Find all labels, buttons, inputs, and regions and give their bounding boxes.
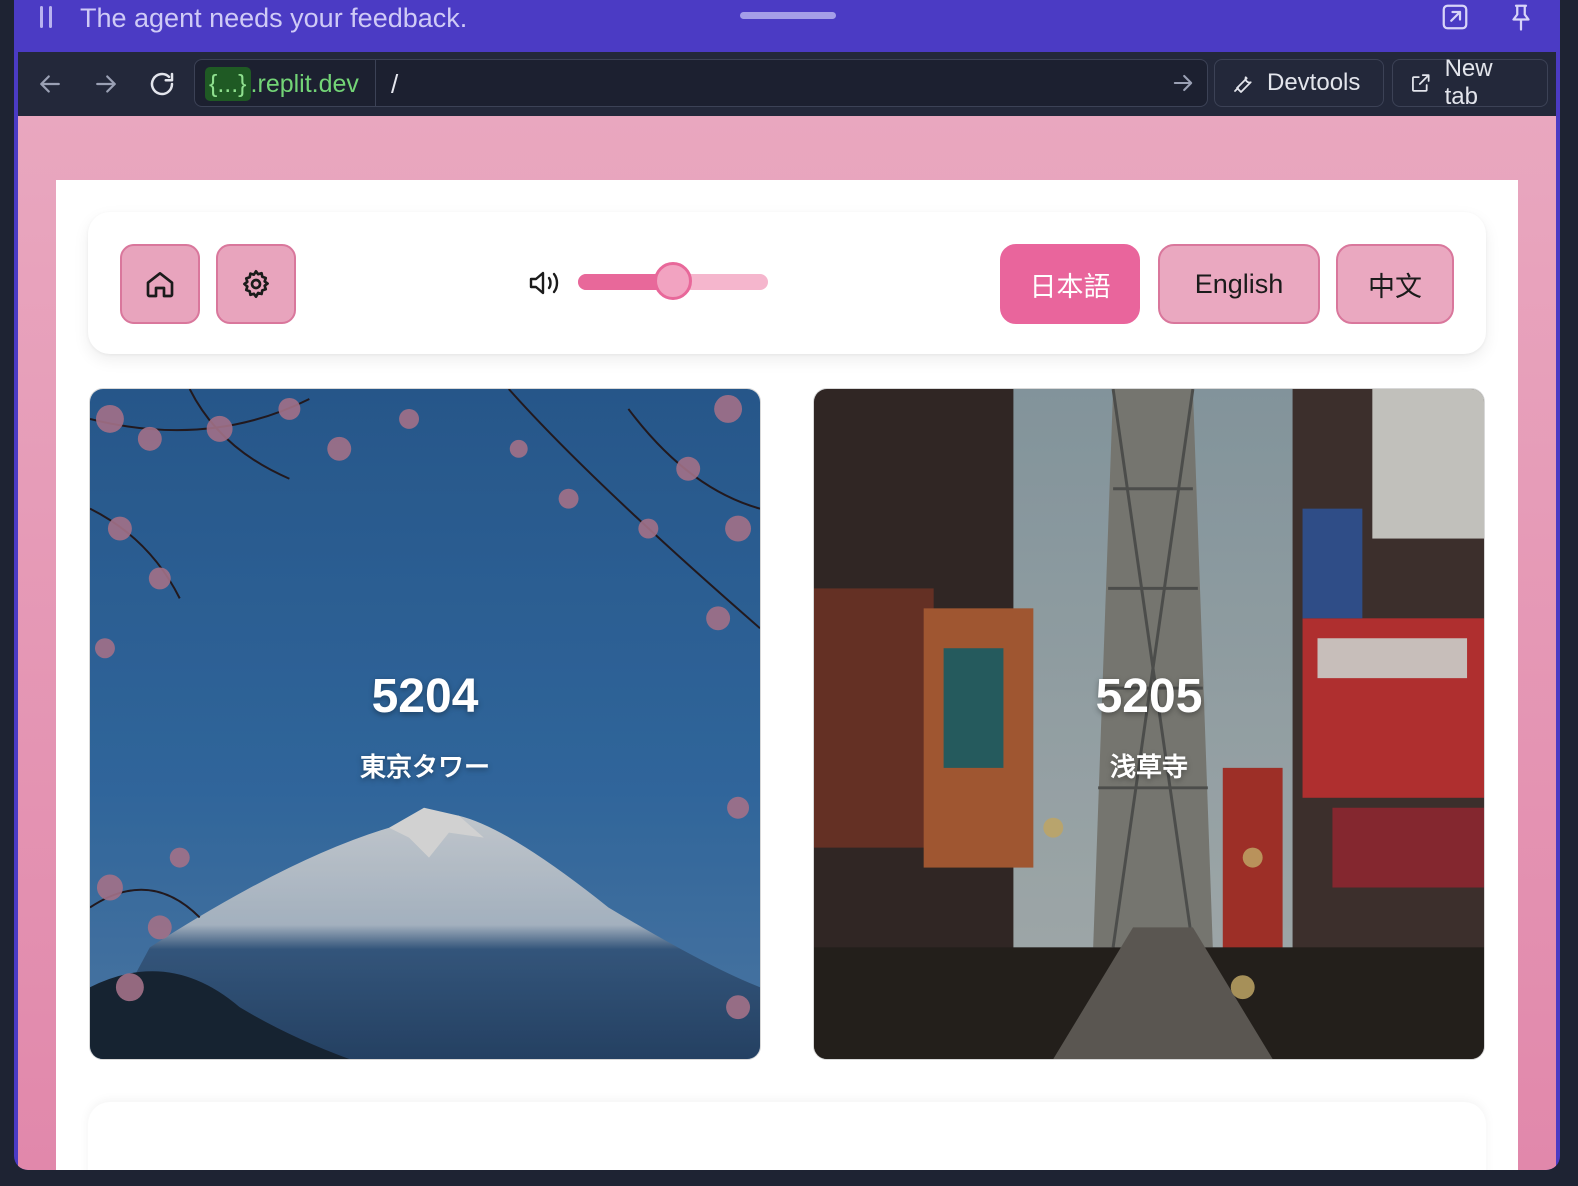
url-host-badge: {...} (205, 67, 251, 101)
url-host: {...} .replit.dev (205, 67, 359, 101)
url-path-input[interactable]: / (391, 69, 398, 100)
url-bar[interactable]: {...} .replit.dev / (194, 59, 1208, 107)
url-divider (375, 60, 376, 106)
arrow-left-icon (40, 75, 60, 93)
browser-toolbar: {...} .replit.dev / Devtools New tab (18, 52, 1556, 116)
card-name: 浅草寺 (1109, 752, 1188, 782)
open-external-icon[interactable] (1440, 2, 1470, 32)
new-tab-label: New tab (1444, 55, 1493, 110)
reload-icon (150, 72, 174, 96)
volume-slider-thumb[interactable] (654, 262, 692, 300)
agent-feedback-bar: The agent needs your feedback. (14, 0, 1560, 50)
external-link-icon (1412, 74, 1430, 92)
app-page: 日本語 English 中文 5204 東京タワー 5205 浅草寺 (56, 180, 1518, 1170)
home-button[interactable] (120, 244, 200, 324)
url-host-domain: .replit.dev (250, 69, 359, 98)
language-button-chinese[interactable]: 中文 (1336, 244, 1454, 324)
pause-icon[interactable] (40, 6, 54, 28)
card-number: 5204 (371, 670, 479, 723)
reload-button[interactable] (144, 66, 180, 102)
card-number: 5205 (1095, 670, 1203, 723)
new-tab-button[interactable]: New tab (1392, 55, 1548, 110)
drag-handle[interactable] (740, 12, 836, 19)
go-arrow-icon[interactable] (1169, 69, 1197, 97)
pin-icon[interactable] (1506, 2, 1536, 32)
app-viewport: 日本語 English 中文 5204 東京タワー 5205 浅草寺 (18, 116, 1556, 1170)
gear-icon (243, 270, 269, 298)
home-icon (146, 272, 174, 298)
forward-button[interactable] (88, 66, 124, 102)
app-toolbar: 日本語 English 中文 (88, 212, 1486, 354)
card-name: 東京タワー (359, 752, 490, 782)
language-button-english[interactable]: English (1158, 244, 1320, 324)
volume-icon[interactable] (528, 268, 562, 298)
bottom-panel (88, 1102, 1486, 1170)
arrow-right-icon (96, 75, 116, 93)
volume-slider[interactable] (578, 262, 768, 300)
devtools-label: Devtools (1267, 69, 1361, 96)
replit-window: The agent needs your feedback. {...} .re… (14, 0, 1560, 1170)
wrench-icon (1234, 76, 1252, 93)
card[interactable]: 5204 東京タワー (89, 388, 761, 1060)
settings-button[interactable] (216, 244, 296, 324)
devtools-button[interactable]: Devtools (1214, 59, 1384, 107)
card-image-overlay (814, 389, 1484, 1059)
back-button[interactable] (32, 66, 68, 102)
agent-feedback-message: The agent needs your feedback. (80, 3, 468, 33)
language-button-japanese[interactable]: 日本語 (1000, 244, 1140, 324)
card[interactable]: 5205 浅草寺 (813, 388, 1485, 1060)
card-image-overlay (90, 389, 760, 1059)
